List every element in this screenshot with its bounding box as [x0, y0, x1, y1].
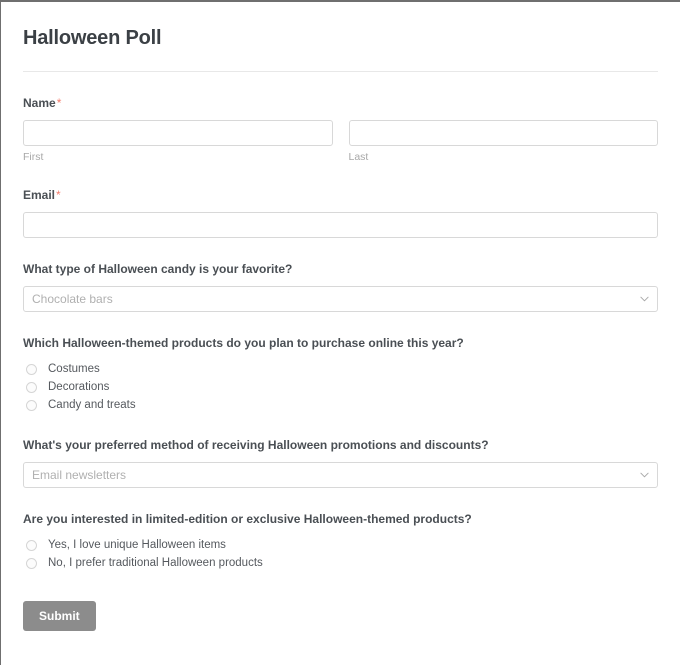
radio-option-label: Decorations	[48, 381, 110, 393]
radio-option[interactable]: No, I prefer traditional Halloween produ…	[23, 554, 658, 572]
name-label-text: Name	[23, 96, 56, 110]
radio-option[interactable]: Yes, I love unique Halloween items	[23, 536, 658, 554]
radio-circle-icon	[26, 381, 37, 393]
question-promo-method-label: What's your preferred method of receivin…	[23, 438, 489, 452]
question-candy-type: What type of Halloween candy is your fav…	[23, 238, 658, 312]
promo-method-select-value: Email newsletters	[23, 462, 658, 488]
name-first-input[interactable]	[23, 120, 333, 146]
radio-circle-icon	[26, 557, 37, 569]
radio-option-label: Costumes	[48, 363, 100, 375]
form-container: Halloween Poll Name* First Last Email* W…	[1, 2, 680, 631]
radio-option[interactable]: Candy and treats	[23, 396, 658, 414]
email-label-text: Email	[23, 188, 56, 202]
limited-edition-radio-group: Yes, I love unique Halloween items No, I…	[23, 536, 658, 572]
radio-circle-icon	[26, 399, 37, 411]
radio-circle-icon	[26, 539, 37, 551]
page-title: Halloween Poll	[23, 27, 162, 49]
radio-option[interactable]: Decorations	[23, 378, 658, 396]
question-candy-type-label: What type of Halloween candy is your fav…	[23, 262, 293, 276]
name-row: First Last	[23, 120, 658, 164]
radio-option[interactable]: Costumes	[23, 360, 658, 378]
name-first-col: First	[23, 120, 333, 164]
candy-type-select[interactable]: Chocolate bars	[23, 286, 658, 312]
candy-type-select-value: Chocolate bars	[23, 286, 658, 312]
form-page: Halloween Poll Name* First Last Email* W…	[0, 0, 680, 665]
name-last-input[interactable]	[348, 120, 658, 146]
radio-option-label: Yes, I love unique Halloween items	[48, 539, 226, 551]
question-products-purchase: Which Halloween-themed products do you p…	[23, 312, 658, 414]
name-label: Name*	[23, 95, 658, 111]
promo-method-select[interactable]: Email newsletters	[23, 462, 658, 488]
question-limited-edition: Are you interested in limited-edition or…	[23, 488, 658, 572]
products-purchase-radio-group: Costumes Decorations Candy and treats	[23, 360, 658, 414]
name-first-sublabel: First	[23, 151, 44, 163]
email-label: Email*	[23, 187, 658, 203]
radio-circle-icon	[26, 363, 37, 375]
field-email: Email*	[23, 164, 658, 238]
field-name: Name* First Last	[23, 72, 658, 164]
email-input[interactable]	[23, 212, 658, 238]
required-asterisk: *	[56, 96, 62, 110]
question-limited-edition-label: Are you interested in limited-edition or…	[23, 512, 472, 526]
submit-button[interactable]: Submit	[23, 601, 96, 631]
name-last-col: Last	[348, 120, 658, 164]
question-promo-method: What's your preferred method of receivin…	[23, 414, 658, 488]
question-products-purchase-label: Which Halloween-themed products do you p…	[23, 336, 464, 350]
name-last-sublabel: Last	[348, 151, 369, 163]
submit-row: Submit	[23, 572, 658, 631]
radio-option-label: No, I prefer traditional Halloween produ…	[48, 557, 263, 569]
required-asterisk: *	[56, 188, 61, 202]
radio-option-label: Candy and treats	[48, 399, 136, 411]
